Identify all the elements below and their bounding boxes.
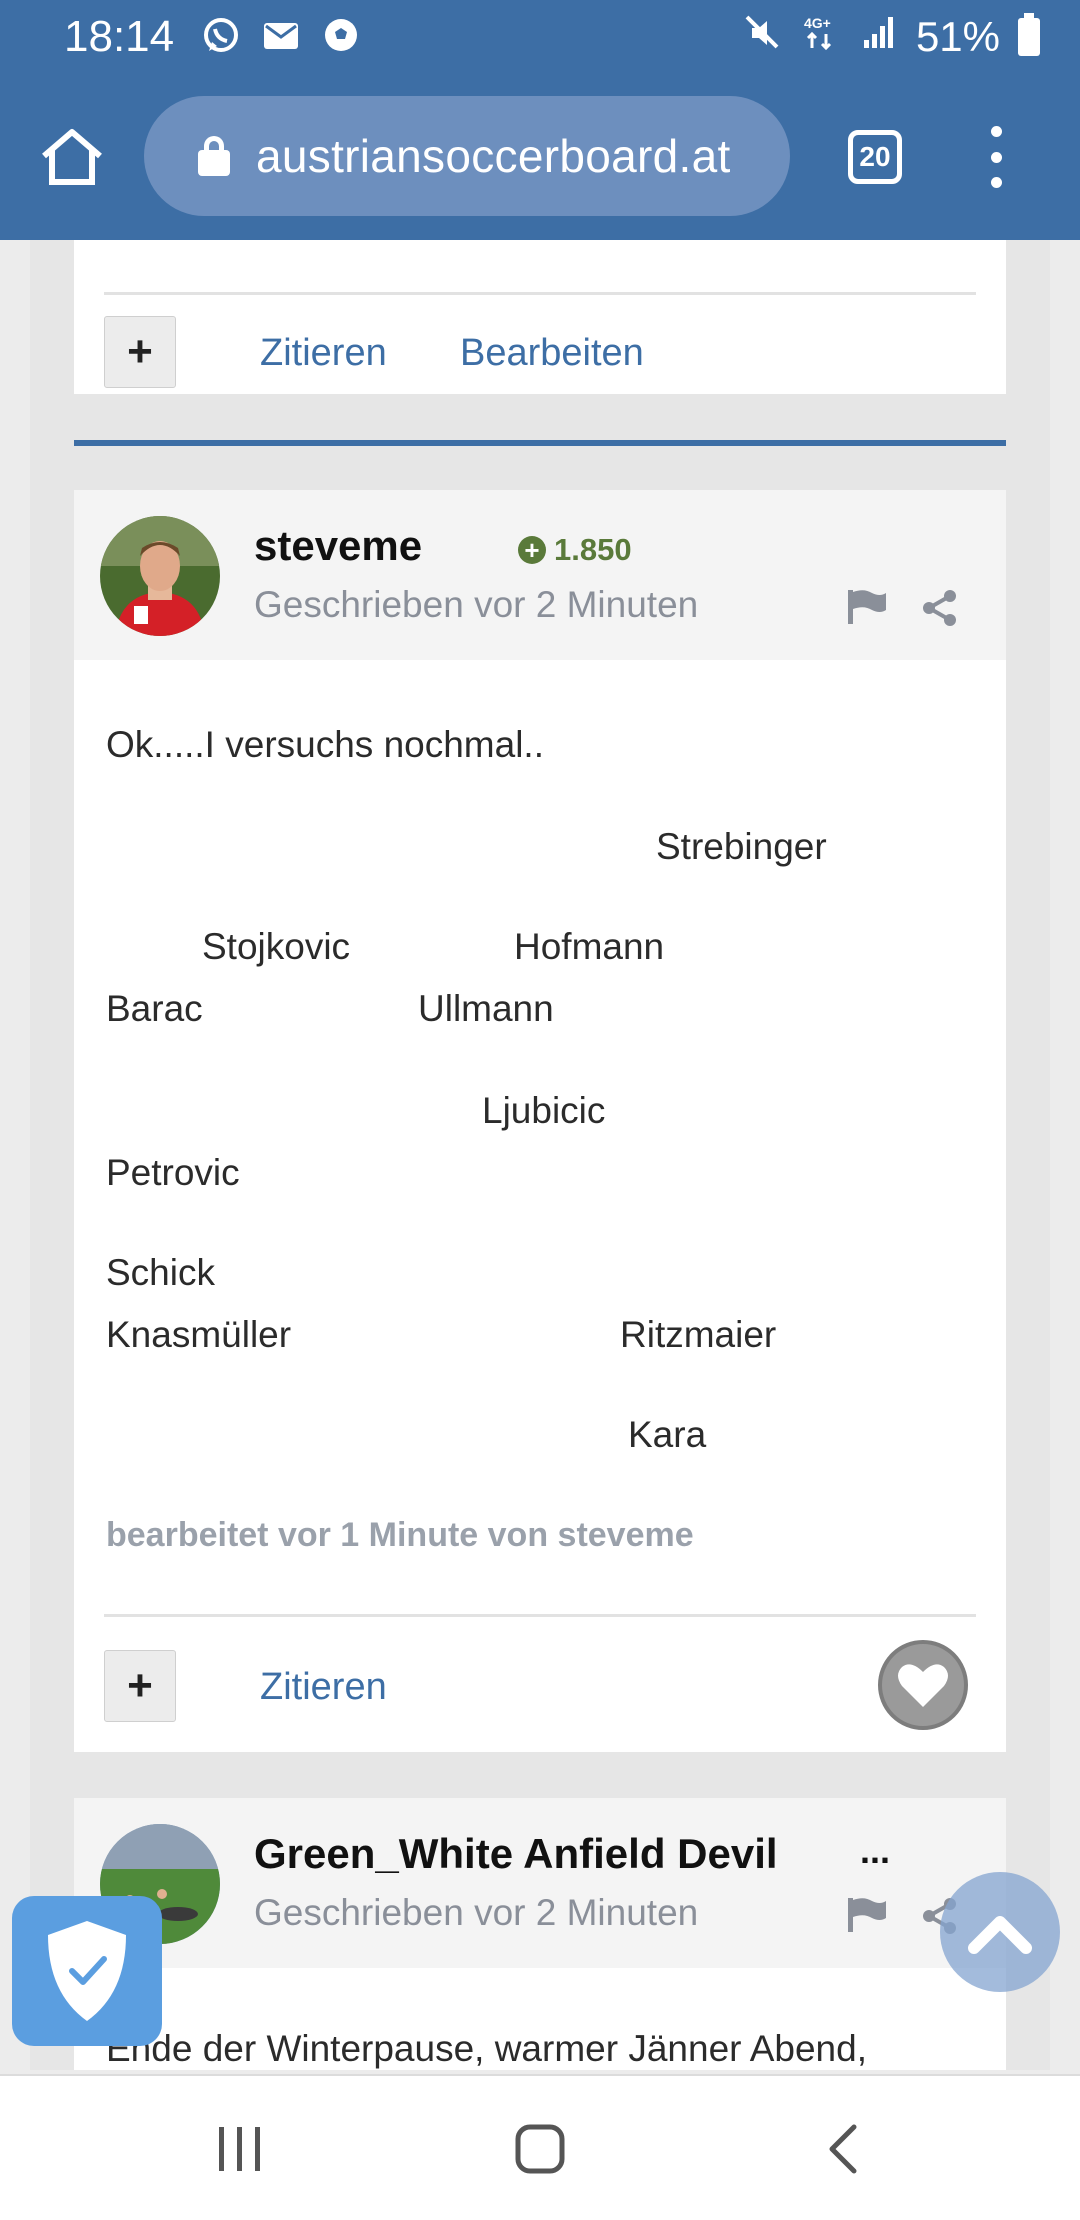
post-text-line: Knasmüller xyxy=(106,1314,292,1355)
recent-apps-icon[interactable] xyxy=(198,2076,282,2220)
soccer-icon xyxy=(320,14,362,56)
mail-icon xyxy=(260,14,302,56)
browser-menu-icon[interactable] xyxy=(986,126,1006,188)
url-row: austriansoccerboard.at 20 xyxy=(0,94,1080,218)
battery-percent: 51% xyxy=(915,13,1000,60)
multiquote-button[interactable]: + xyxy=(104,316,176,388)
post-text-line: Schick xyxy=(106,1252,215,1293)
system-navigation-bar xyxy=(0,2074,1080,2220)
reputation-badge: + 1.850 xyxy=(518,532,632,568)
post-card: steveme + 1.850 Geschrieben vor 2 Minute… xyxy=(74,490,1006,1752)
edited-note: bearbeitet vor 1 Minute von steveme xyxy=(106,1516,694,1554)
scroll-to-top-button[interactable] xyxy=(940,1872,1060,1992)
next-post-card: Green_White Anfield Devil ... Geschriebe… xyxy=(74,1798,1006,2070)
post-divider xyxy=(104,1614,976,1617)
page-content: + Zitieren Bearbeiten steveme + 1.850 Ge… xyxy=(30,240,1050,2070)
like-heart-button[interactable] xyxy=(878,1640,968,1730)
url-text: austriansoccerboard.at xyxy=(256,130,731,182)
privacy-shield-button[interactable] xyxy=(12,1896,162,2046)
post-author[interactable]: Green_White Anfield Devil xyxy=(254,1830,778,1878)
post-timestamp[interactable]: Geschrieben vor 2 Minuten xyxy=(254,1892,698,1934)
report-flag-icon[interactable] xyxy=(846,1896,888,1939)
edit-link[interactable]: Bearbeiten xyxy=(460,332,644,375)
post-header: Green_White Anfield Devil ... Geschriebe… xyxy=(74,1798,1006,1968)
multiquote-button[interactable]: + xyxy=(104,1650,176,1722)
whatsapp-icon xyxy=(200,14,242,56)
post-text-line: Petrovic xyxy=(106,1152,240,1193)
post-text-line: Ok.....I versuchs nochmal.. xyxy=(106,724,544,765)
post-divider xyxy=(104,292,976,295)
svg-text:4G+: 4G+ xyxy=(804,15,831,31)
share-icon[interactable] xyxy=(920,588,960,633)
chevron-up-icon xyxy=(968,1916,1032,1954)
4g-icon: 4G+ xyxy=(800,12,840,62)
unread-separator xyxy=(74,440,1006,446)
shield-check-icon xyxy=(48,1921,126,2021)
plus-circle-icon: + xyxy=(518,536,546,564)
status-time: 18:14 xyxy=(64,12,175,61)
browser-top-bar: 18:14 4G+ 51% austriansoccerboard.at 20 xyxy=(0,0,1080,240)
reputation-value: 1.850 xyxy=(554,532,632,567)
home-nav-icon[interactable] xyxy=(498,2076,582,2220)
quote-link[interactable]: Zitieren xyxy=(260,332,387,375)
heart-icon xyxy=(898,1664,948,1707)
back-nav-icon[interactable] xyxy=(800,2076,884,2220)
post-text-line: Ullmann xyxy=(418,988,554,1029)
tab-switcher-button[interactable]: 20 xyxy=(848,130,902,184)
post-text-line: Strebinger xyxy=(656,826,827,867)
address-bar[interactable]: austriansoccerboard.at xyxy=(144,96,790,216)
post-header: steveme + 1.850 Geschrieben vor 2 Minute… xyxy=(74,490,1006,660)
post-text-line: Barac xyxy=(106,988,203,1029)
report-flag-icon[interactable] xyxy=(846,588,888,631)
post-text-line: Ritzmaier xyxy=(620,1314,777,1355)
post-timestamp[interactable]: Geschrieben vor 2 Minuten xyxy=(254,584,698,626)
status-bar: 18:14 4G+ 51% xyxy=(0,0,1080,72)
signal-icon xyxy=(858,12,898,62)
author-ellipsis: ... xyxy=(860,1830,891,1871)
battery-icon xyxy=(1018,13,1040,56)
post-text-line: Ende der Winterpause, warmer Jänner Aben… xyxy=(106,2028,867,2069)
home-icon[interactable] xyxy=(38,126,106,188)
quote-link[interactable]: Zitieren xyxy=(260,1666,387,1709)
previous-post-card: + Zitieren Bearbeiten xyxy=(74,240,1006,394)
post-text-line: Stojkovic xyxy=(202,926,351,967)
mute-icon xyxy=(742,12,782,62)
post-author[interactable]: steveme xyxy=(254,522,422,570)
post-text-line: Kara xyxy=(628,1414,707,1455)
post-text-line: Hofmann xyxy=(514,926,665,967)
lock-icon xyxy=(198,136,230,176)
post-text-line: Ljubicic xyxy=(482,1090,606,1131)
avatar[interactable] xyxy=(100,516,220,636)
